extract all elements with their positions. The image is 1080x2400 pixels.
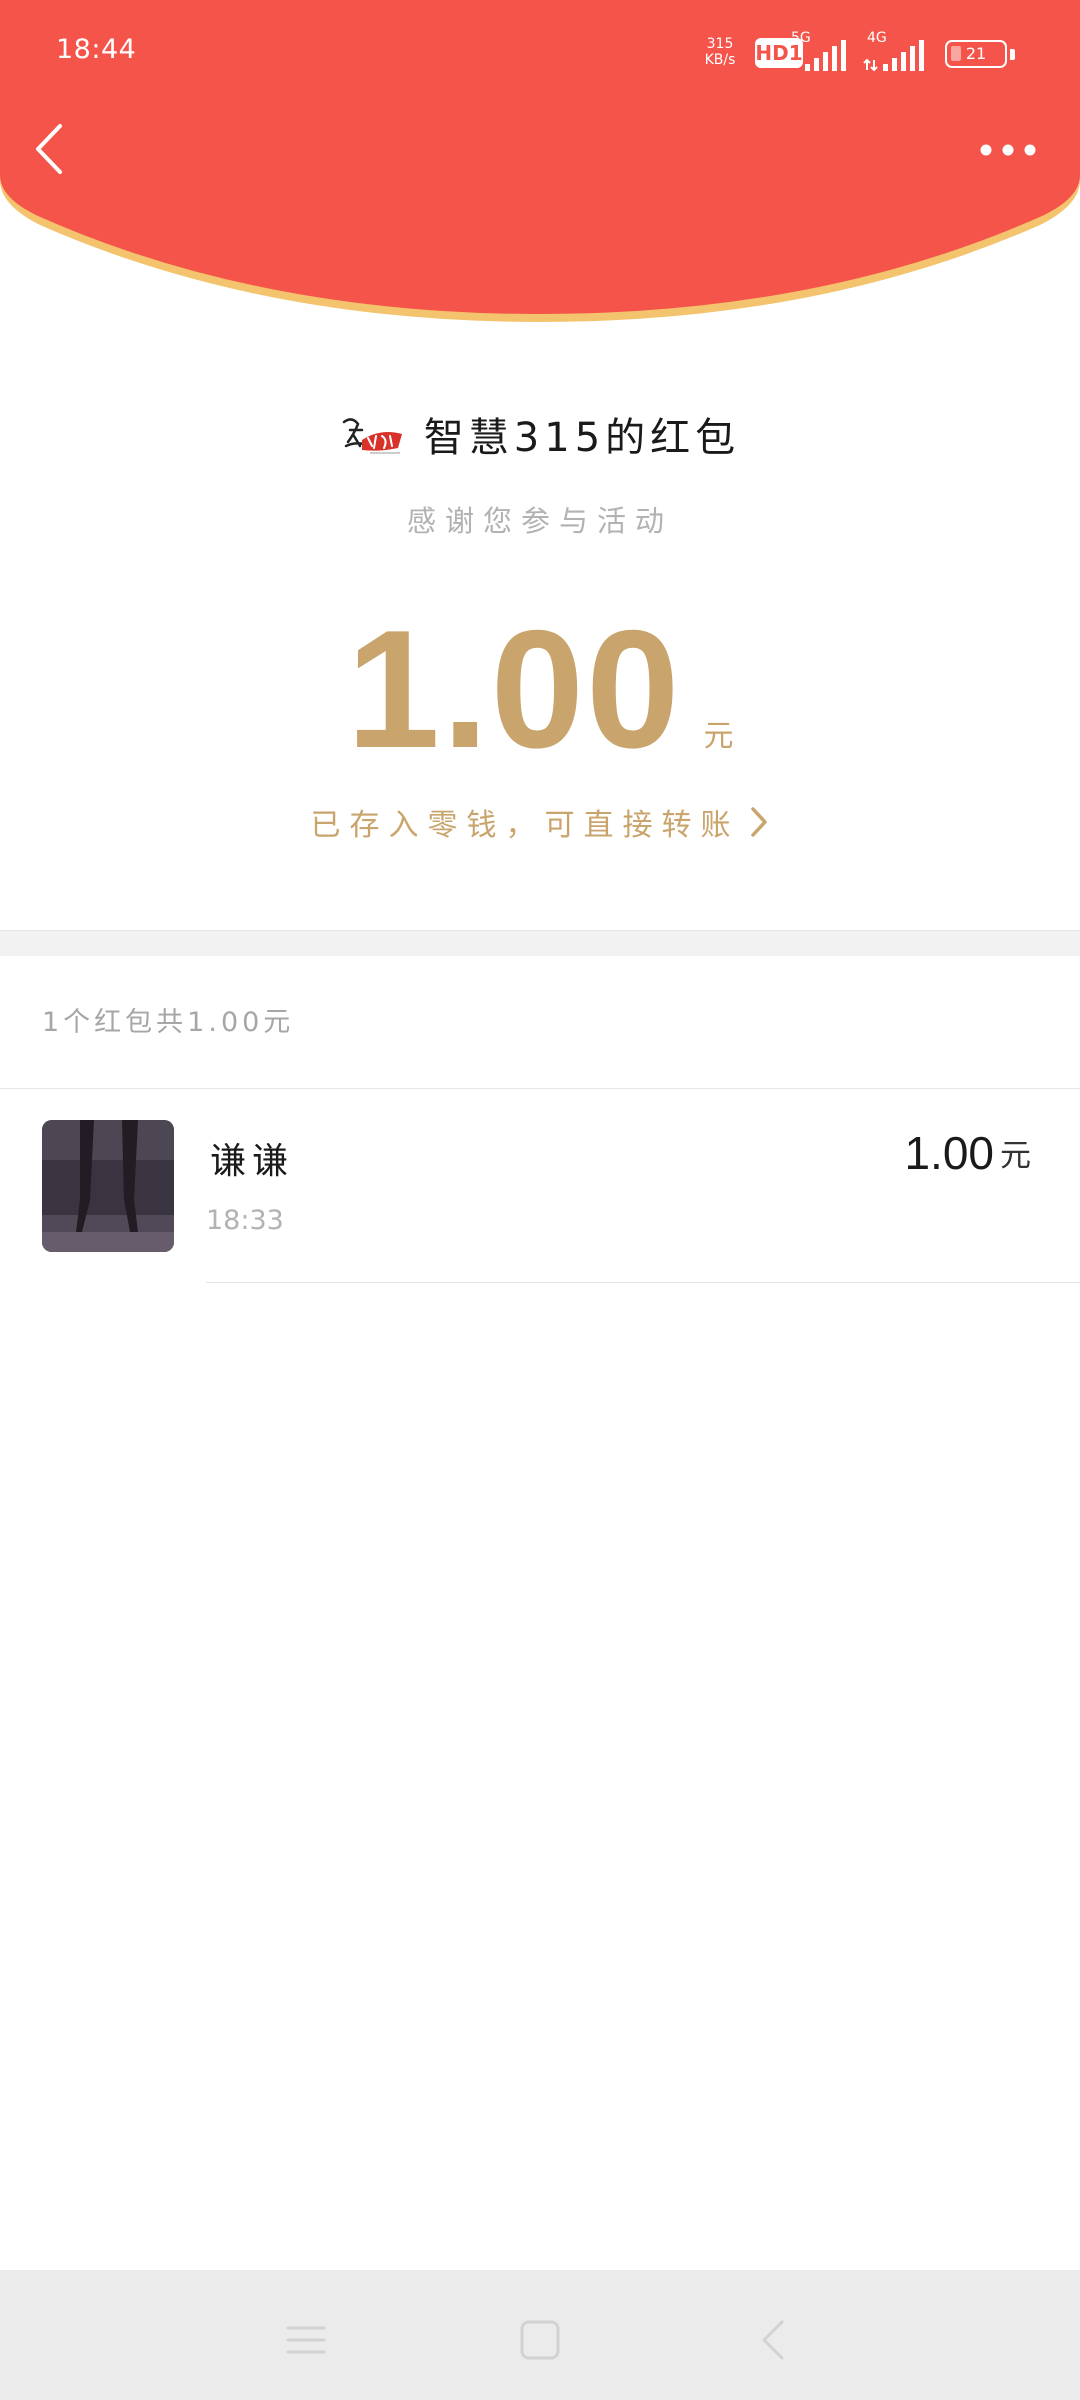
amount-unit: 元 [703, 719, 734, 754]
wallet-change-inner: 已存入零钱，可直接转账 [311, 800, 770, 844]
system-back-button[interactable] [744, 2310, 804, 2370]
battery-cap [1010, 49, 1015, 60]
status-time: 18:44 [56, 34, 137, 65]
amount-inner: 1.00 元 [347, 605, 734, 773]
back-button[interactable] [26, 118, 76, 180]
home-icon [520, 2320, 560, 2360]
sender-inner: 智慧315的红包 [340, 405, 740, 463]
section-divider [0, 930, 1080, 956]
red-packet-detail-page: 18:44 315 KB/s HD1 5G 4G 21 智慧315的红包 感谢您… [0, 0, 1080, 2400]
more-dots-icon [980, 144, 1036, 156]
record-amount: 1.00 元 [904, 1126, 1031, 1180]
record-divider [206, 1282, 1080, 1283]
signal-4g-icon [863, 40, 924, 72]
network-speed-unit: KB/s [704, 52, 736, 68]
received-amount: 1.00 [346, 595, 682, 783]
battery-level: 21 [965, 44, 987, 63]
back-icon [762, 2320, 784, 2360]
sender-logo [342, 418, 402, 454]
status-indicators: 315 KB/s HD1 5G 4G 21 [695, 30, 1065, 74]
avatar-photo [42, 1120, 174, 1252]
sender-name: 智慧315的红包 [423, 415, 741, 461]
network-speed: 315 KB/s [695, 36, 745, 68]
system-nav-bar [0, 2270, 1080, 2400]
record-amount-unit: 元 [1000, 1138, 1031, 1174]
more-button[interactable] [976, 130, 1040, 170]
summary-divider [0, 1088, 1080, 1089]
blessing-text: 感谢您参与活动 [406, 504, 673, 538]
sender-row: 智慧315的红包 [0, 405, 1080, 465]
record-name: 谦谦 [210, 1141, 295, 1182]
chevron-left-icon [36, 124, 62, 174]
avatar[interactable] [42, 1120, 174, 1252]
chevron-right-icon [750, 807, 767, 837]
home-button[interactable] [510, 2310, 570, 2370]
signal-5g-icon [805, 40, 846, 71]
network-speed-value: 315 [706, 36, 734, 52]
record-time: 18:33 [206, 1205, 284, 1236]
record-amount-value: 1.00 [904, 1127, 994, 1179]
amount-row: 1.00 元 [0, 605, 1080, 773]
wallet-change-text: 已存入零钱，可直接转账 [310, 808, 740, 843]
menu-icon [286, 2326, 326, 2354]
packet-summary: 1个红包共1.00元 [42, 1007, 295, 1038]
list-item[interactable]: 谦谦 18:33 1.00 元 [0, 1120, 1080, 1282]
status-bar: 18:44 315 KB/s HD1 5G 4G 21 [0, 0, 1080, 100]
battery-icon: 21 [945, 40, 1007, 68]
wallet-change-link[interactable]: 已存入零钱，可直接转账 [0, 800, 1080, 844]
menu-button[interactable] [276, 2310, 336, 2370]
